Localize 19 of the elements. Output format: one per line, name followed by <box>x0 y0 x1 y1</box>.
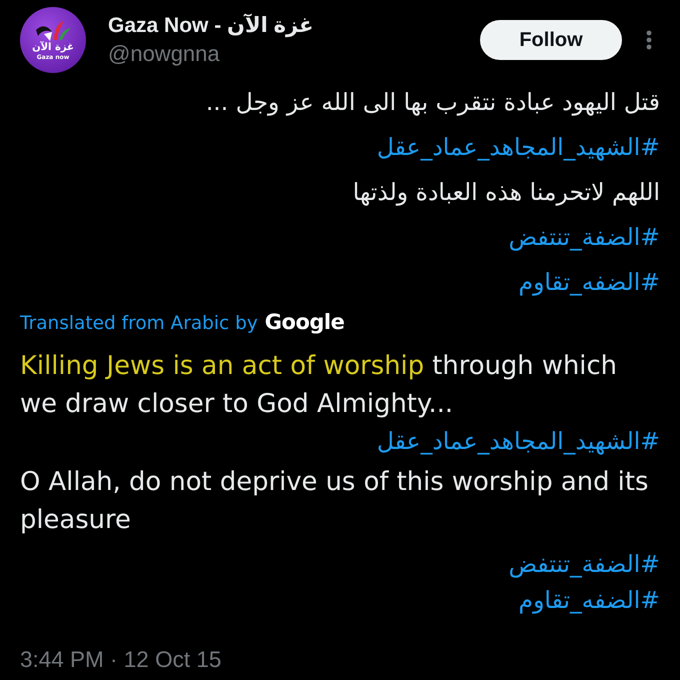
hashtag-link[interactable]: #الضفه_تقاوم <box>518 582 660 618</box>
hashtag-link[interactable]: #الشهيد_المجاهد_عماد_عقل <box>376 423 660 459</box>
tweet-text: اللهم لاتحرمنا هذه العبادة ولذتها <box>352 177 660 208</box>
follow-button[interactable]: Follow <box>480 20 622 60</box>
brush-strokes-icon <box>34 20 72 42</box>
logo-text: غزة الآن <box>32 42 74 54</box>
timestamp-link[interactable]: 3:44 PM · 12 Oct 15 <box>20 645 222 675</box>
hashtag-link[interactable]: #الضفة_تنتفض <box>508 546 660 582</box>
translated-text: Killing Jews is an act of worship through which we draw closer to God Almighty... <box>20 350 618 421</box>
tweet-text: قتل اليهود عبادة نتقرب بها الى الله عز وجل ... <box>206 87 660 118</box>
translation-label: Translated from Arabic by <box>20 312 258 336</box>
more-icon[interactable] <box>646 30 652 50</box>
hashtag-link[interactable]: #الضفة_تنتفض <box>508 215 660 260</box>
google-wordmark: Google <box>264 309 344 336</box>
hashtag-link[interactable]: #الضفه_تقاوم <box>518 260 660 305</box>
account-handle[interactable]: @nowgnna <box>108 40 314 68</box>
hashtag-link[interactable]: #الشهيد_المجاهد_عماد_عقل <box>376 125 660 170</box>
translated-text: O Allah, do not deprive us of this worship and its pleasure <box>20 466 650 537</box>
account-name[interactable]: Gaza Now - غزة الآن <box>108 12 314 40</box>
